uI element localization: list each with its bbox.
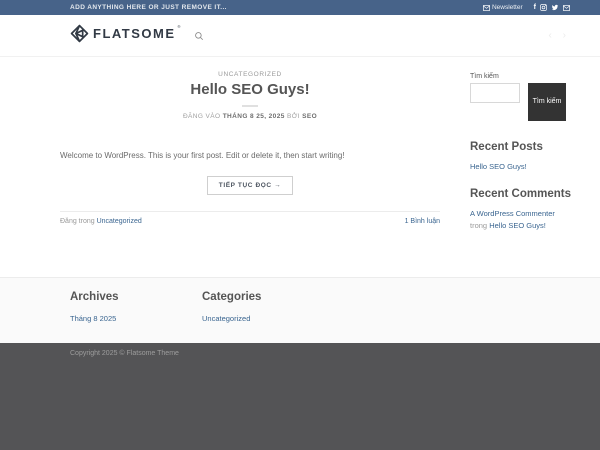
- recent-comments-title: Recent Comments: [470, 188, 571, 200]
- content-area: UNCATEGORIZED Hello SEO Guys! ĐĂNG VÀO T…: [0, 57, 600, 277]
- facebook-icon[interactable]: f: [534, 4, 536, 11]
- footer-widgets: Archives Tháng 8 2025 Categories Uncateg…: [0, 277, 600, 343]
- post-excerpt: Welcome to WordPress. This is your first…: [60, 151, 345, 160]
- archives-title: Archives: [70, 291, 119, 303]
- entry-meta-row: Đăng trong Uncategorized 1 Bình luận: [60, 211, 440, 225]
- search-submit-button[interactable]: Tìm kiếm: [528, 83, 566, 121]
- page: ADD ANYTHING HERE OR JUST REMOVE IT... N…: [0, 0, 600, 450]
- recent-posts-widget: Recent Posts Hello SEO Guys!: [470, 141, 566, 173]
- post-date: THÁNG 8 25, 2025: [222, 113, 285, 120]
- instagram-icon[interactable]: [540, 4, 547, 11]
- commenter-link[interactable]: A WordPress Commenter: [470, 209, 555, 218]
- site-logo[interactable]: FLATSOME ®: [70, 24, 180, 48]
- flatsome-gem-icon: [70, 24, 89, 48]
- posted-in-category-link[interactable]: Uncategorized: [97, 218, 142, 225]
- newsletter-label: Newsletter: [491, 4, 523, 11]
- post-title[interactable]: Hello SEO Guys!: [60, 81, 440, 98]
- sidebar: Tìm kiếm Tìm kiếm Recent Posts Hello SEO…: [470, 57, 571, 277]
- comment-connector: trong: [470, 221, 488, 231]
- header-search-icon[interactable]: [194, 31, 204, 41]
- category-link[interactable]: Uncategorized: [202, 314, 250, 323]
- absolute-footer: Copyright 2025 © Flatsome Theme: [0, 343, 600, 450]
- copyright-text: Copyright 2025 © Flatsome Theme: [70, 350, 179, 357]
- recent-posts-list: Hello SEO Guys!: [470, 161, 566, 173]
- by-label: BỞI: [286, 113, 300, 120]
- email-icon[interactable]: [563, 4, 570, 11]
- post-category-link[interactable]: UNCATEGORIZED: [60, 71, 440, 78]
- search-label: Tìm kiếm: [470, 73, 499, 80]
- topbar: ADD ANYTHING HERE OR JUST REMOVE IT... N…: [0, 0, 600, 15]
- recent-posts-title: Recent Posts: [470, 141, 543, 153]
- post-author: SEO: [302, 113, 318, 120]
- read-more-button[interactable]: TIẾP TỤC ĐỌC →: [206, 176, 294, 196]
- categories-title: Categories: [202, 291, 262, 303]
- social-links: f: [534, 4, 570, 11]
- registered-mark: ®: [177, 23, 181, 29]
- comments-count-link[interactable]: 1 Bình luận: [405, 218, 440, 225]
- posted-in-label: Đăng trong: [60, 218, 95, 226]
- recent-comment-item: A WordPress Commenter trong Hello SEO Gu…: [470, 208, 566, 233]
- read-more-wrap: TIẾP TỤC ĐỌC →: [60, 174, 440, 196]
- title-divider: [242, 105, 258, 107]
- categories-widget: Categories Uncategorized: [202, 291, 334, 343]
- archive-month-link[interactable]: Tháng 8 2025: [70, 314, 116, 323]
- twitter-icon[interactable]: [551, 4, 559, 11]
- post-meta: ĐĂNG VÀO THÁNG 8 25, 2025 BỞI SEO: [60, 113, 440, 120]
- search-form: Tìm kiếm: [470, 83, 566, 121]
- search-input[interactable]: [470, 83, 520, 103]
- archives-widget: Archives Tháng 8 2025: [70, 291, 202, 343]
- posted-in: Đăng trong Uncategorized: [60, 218, 142, 225]
- post-article: UNCATEGORIZED Hello SEO Guys! ĐĂNG VÀO T…: [60, 57, 440, 277]
- posted-on-label: ĐĂNG VÀO: [182, 113, 221, 120]
- newsletter-link[interactable]: Newsletter: [482, 4, 523, 11]
- logo-text: FLATSOME: [93, 25, 176, 41]
- header-secondary-faint-icons[interactable]: ‹ ›: [549, 30, 570, 41]
- site-header: FLATSOME ® ‹ ›: [0, 15, 600, 57]
- commented-post-link[interactable]: Hello SEO Guys!: [489, 221, 546, 230]
- recent-post-link[interactable]: Hello SEO Guys!: [470, 162, 527, 171]
- recent-comments-widget: Recent Comments A WordPress Commenter tr…: [470, 188, 571, 233]
- envelope-icon: [482, 4, 490, 11]
- topbar-right: Newsletter f: [482, 4, 570, 11]
- topbar-message: ADD ANYTHING HERE OR JUST REMOVE IT...: [70, 4, 227, 11]
